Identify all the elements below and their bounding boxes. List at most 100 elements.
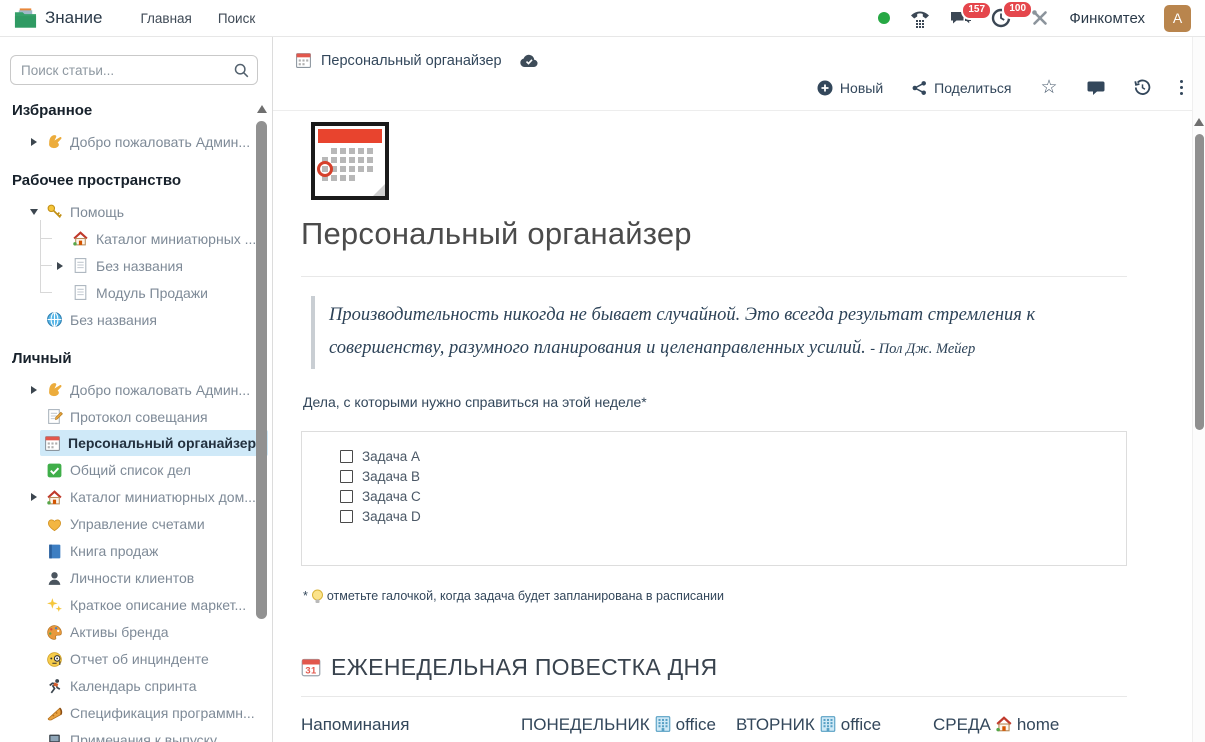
main-scrollbar[interactable] — [1192, 37, 1205, 742]
wave-icon — [46, 381, 63, 398]
office-building-icon — [819, 715, 837, 733]
palette-icon — [46, 624, 63, 641]
lightbulb-icon — [311, 589, 324, 604]
task-row: Задача A — [340, 447, 1106, 467]
app-name: Знание — [45, 8, 102, 28]
agenda-columns: Напоминания Напоминание 1 Напоминание 2 … — [301, 712, 1127, 742]
history-button[interactable] — [1134, 79, 1151, 96]
divider — [301, 276, 1127, 277]
org-name[interactable]: Финкомтех — [1069, 10, 1145, 27]
sidebar-item-untitled-doc[interactable]: Без названия — [40, 252, 272, 279]
comment-icon — [1087, 80, 1105, 96]
caret-down-icon[interactable] — [30, 209, 38, 215]
sidebar-item-release-notes[interactable]: Примечания к выпуску — [10, 727, 272, 742]
caret-right-icon[interactable] — [31, 493, 37, 501]
sidebar-item-help[interactable]: Помощь — [10, 198, 272, 225]
history-icon — [1134, 79, 1151, 96]
day-heading: ПОНЕДЕЛЬНИКoffice — [521, 712, 721, 738]
sidebar-item-todo-list[interactable]: Общий список дел — [10, 457, 272, 484]
book-icon — [46, 543, 63, 560]
messages-badge: 157 — [961, 1, 992, 20]
intro-text: Дела, с которыми нужно справиться на это… — [303, 394, 1127, 410]
scroll-up-arrow[interactable] — [257, 105, 267, 113]
app-logo-icon[interactable] — [14, 7, 37, 29]
sidebar-item-incident-report[interactable]: Отчет об инцинденте — [10, 646, 272, 673]
sidebar-item-personal-organizer[interactable]: Персональный органайзер — [40, 430, 268, 456]
sidebar-item-welcome-fav[interactable]: Добро пожаловать Админ... — [10, 128, 272, 155]
sidebar-item-welcome-personal[interactable]: Добро пожаловать Админ... — [10, 376, 272, 403]
more-options-button[interactable] — [1180, 80, 1184, 96]
caret-right-icon[interactable] — [57, 262, 63, 270]
divider — [301, 696, 1127, 697]
sidebar-scrollbar[interactable] — [256, 105, 267, 619]
sidebar-item-catalog-homes[interactable]: Каталог миниатюрных дом... — [10, 484, 272, 511]
reminders-title: Напоминания — [301, 712, 506, 738]
heart-icon — [46, 516, 63, 533]
sidebar-item-untitled-globe[interactable]: Без названия — [10, 306, 272, 333]
person-icon — [46, 570, 63, 587]
document-icon — [72, 257, 89, 274]
phone-icon[interactable] — [909, 9, 931, 28]
new-button[interactable]: Новый — [817, 80, 883, 96]
document-icon — [72, 284, 89, 301]
task-checkbox[interactable] — [340, 450, 353, 463]
sidebar-item-catalog[interactable]: Каталог миниатюрных ... — [40, 225, 272, 252]
nav-search[interactable]: Поиск — [218, 11, 255, 26]
section-favorites-title: Избранное — [12, 102, 272, 119]
favorite-star-button[interactable]: ☆ — [1040, 78, 1057, 97]
notifications-badge: 100 — [1002, 0, 1033, 19]
svg-text:31: 31 — [305, 665, 316, 675]
page-cover-calendar-image — [311, 122, 389, 200]
nav-home[interactable]: Главная — [140, 11, 191, 26]
plus-circle-icon — [817, 80, 833, 96]
scroll-up-arrow[interactable] — [1194, 118, 1204, 126]
task-checkbox[interactable] — [340, 490, 353, 503]
sidebar-item-sales-book[interactable]: Книга продаж — [10, 538, 272, 565]
sidebar-item-brand-assets[interactable]: Активы бренда — [10, 619, 272, 646]
memo-icon — [46, 408, 63, 425]
check-icon — [46, 462, 63, 479]
document: Персональный органайзер Производительнос… — [301, 111, 1127, 742]
caret-right-icon[interactable] — [31, 386, 37, 394]
comments-button[interactable] — [1087, 80, 1105, 96]
task-box: Задача A Задача B Задача C Задача D — [301, 431, 1127, 566]
sidebar-item-client-personas[interactable]: Личности клиентов — [10, 565, 272, 592]
sidebar-item-sales-module[interactable]: Модуль Продажи — [40, 279, 272, 306]
sidebar-item-marketing-brief[interactable]: Краткое описание маркет... — [10, 592, 272, 619]
online-status-dot — [878, 12, 890, 24]
avatar[interactable]: A — [1164, 5, 1191, 32]
page-title: Персональный органайзер — [301, 216, 1127, 252]
sidebar-item-meeting-minutes[interactable]: Протокол совещания — [10, 403, 272, 430]
house-icon — [72, 230, 89, 247]
share-icon — [912, 80, 927, 96]
pie-icon — [46, 705, 63, 722]
agenda-col-tuesday: ВТОРНИКoffice ТОП-3 приоритета Приоритет… — [736, 712, 918, 742]
task-checkbox[interactable] — [340, 470, 353, 483]
key-icon — [46, 203, 63, 220]
scrollbar-thumb[interactable] — [1195, 134, 1204, 430]
task-row: Задача D — [340, 507, 1106, 527]
messages-icon[interactable]: 157 — [950, 9, 972, 27]
caret-right-icon[interactable] — [31, 138, 37, 146]
quote-block: Производительность никогда не бывает слу… — [311, 296, 1127, 369]
house-icon — [46, 489, 63, 506]
task-checkbox[interactable] — [340, 510, 353, 523]
kebab-icon — [1180, 80, 1184, 96]
share-button[interactable]: Поделиться — [912, 80, 1011, 96]
sidebar: Избранное Добро пожаловать Админ... Рабо… — [0, 37, 273, 742]
scrollbar-thumb[interactable] — [256, 121, 267, 619]
house-icon — [995, 715, 1013, 733]
topbar: Знание Главная Поиск 157 100 Финкомтех A — [0, 0, 1205, 37]
search-input[interactable] — [10, 55, 258, 85]
day-heading: СРЕДАhome — [933, 712, 1126, 738]
agenda-col-wednesday: СРЕДАhome ТОП-3 приоритета Приоритет A — [933, 712, 1126, 742]
sidebar-item-account-management[interactable]: Управление счетами — [10, 511, 272, 538]
tools-icon[interactable] — [1030, 8, 1050, 28]
sidebar-item-sprint-calendar[interactable]: Календарь спринта — [10, 673, 272, 700]
wave-icon — [46, 133, 63, 150]
main-content: Персональный органайзер Новый Поделиться… — [273, 37, 1205, 742]
notifications-icon[interactable]: 100 — [991, 8, 1011, 28]
search-icon[interactable] — [234, 63, 249, 78]
laptop-icon — [46, 732, 63, 742]
sidebar-item-software-spec[interactable]: Спецификация программн... — [10, 700, 272, 727]
